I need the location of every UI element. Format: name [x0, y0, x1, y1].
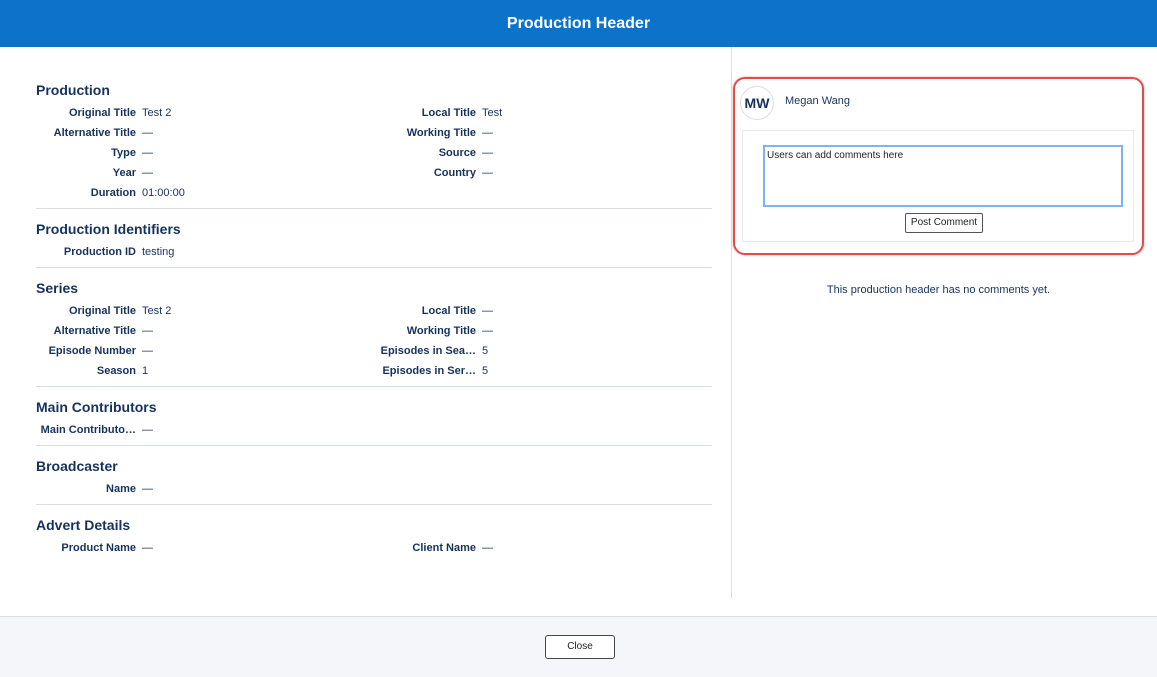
field-broadcaster-name: Name —: [106, 483, 153, 495]
field-working-title: Working Title —: [406, 127, 493, 139]
section-title: Advert Details: [36, 517, 131, 533]
field-season: Season 1: [96, 365, 149, 377]
details-panel: Production Original Title Test 2 Local Ti…: [36, 70, 712, 597]
field-series-alternative-title: Alternative Title —: [53, 325, 153, 337]
comment-input[interactable]: Users can add comments here: [763, 145, 1123, 207]
field-country: Country —: [433, 167, 493, 179]
field-series-original-title: Original Title Test 2: [68, 305, 172, 317]
post-comment-button[interactable]: Post Comment: [905, 213, 983, 233]
field-alternative-title: Alternative Title —: [53, 127, 153, 139]
no-comments-message: This production header has no comments y…: [826, 284, 1051, 296]
field-year: Year —: [112, 167, 153, 179]
section-title: Broadcaster: [36, 458, 118, 474]
modal-title: Production Header: [506, 15, 651, 32]
section-title: Production: [36, 82, 110, 98]
close-button[interactable]: Close: [545, 635, 615, 659]
field-source: Source —: [438, 147, 493, 159]
field-series-working-title: Working Title —: [406, 325, 493, 337]
field-episode-number: Episode Number —: [48, 345, 153, 357]
field-duration: Duration 01:00:00: [90, 187, 185, 199]
section-title: Production Identifiers: [36, 221, 181, 237]
section-main-contributors: Main Contributors Main Contributo… —: [36, 387, 712, 446]
field-series-local-title: Local Title —: [421, 305, 493, 317]
field-episodes-in-series: Episodes in Ser… 5: [382, 365, 489, 377]
avatar: MW: [740, 86, 774, 120]
field-episodes-in-season: Episodes in Sea… 5: [380, 345, 489, 357]
section-title: Series: [36, 280, 79, 296]
modal-footer: Close: [0, 616, 1157, 677]
section-title: Main Contributors: [36, 399, 157, 415]
field-original-title: Original Title Test 2: [68, 107, 172, 119]
field-client-name: Client Name —: [412, 542, 493, 554]
field-main-contributors: Main Contributo… —: [40, 424, 153, 436]
field-type: Type —: [111, 147, 153, 159]
section-advert-details: Advert Details Product Name — Client Name…: [36, 505, 712, 563]
section-broadcaster: Broadcaster Name —: [36, 446, 712, 505]
modal-header: Production Header: [0, 0, 1157, 47]
section-production: Production Original Title Test 2 Local Ti…: [36, 70, 712, 209]
comment-author-name: Megan Wang: [785, 95, 851, 107]
field-local-title: Local Title Test: [421, 107, 503, 119]
field-product-name: Product Name —: [61, 542, 153, 554]
field-production-id: Production ID testing: [63, 246, 175, 258]
section-series: Series Original Title Test 2 Local Title —…: [36, 268, 712, 387]
section-production-identifiers: Production Identifiers Production ID test…: [36, 209, 712, 268]
panel-divider: [731, 47, 732, 598]
